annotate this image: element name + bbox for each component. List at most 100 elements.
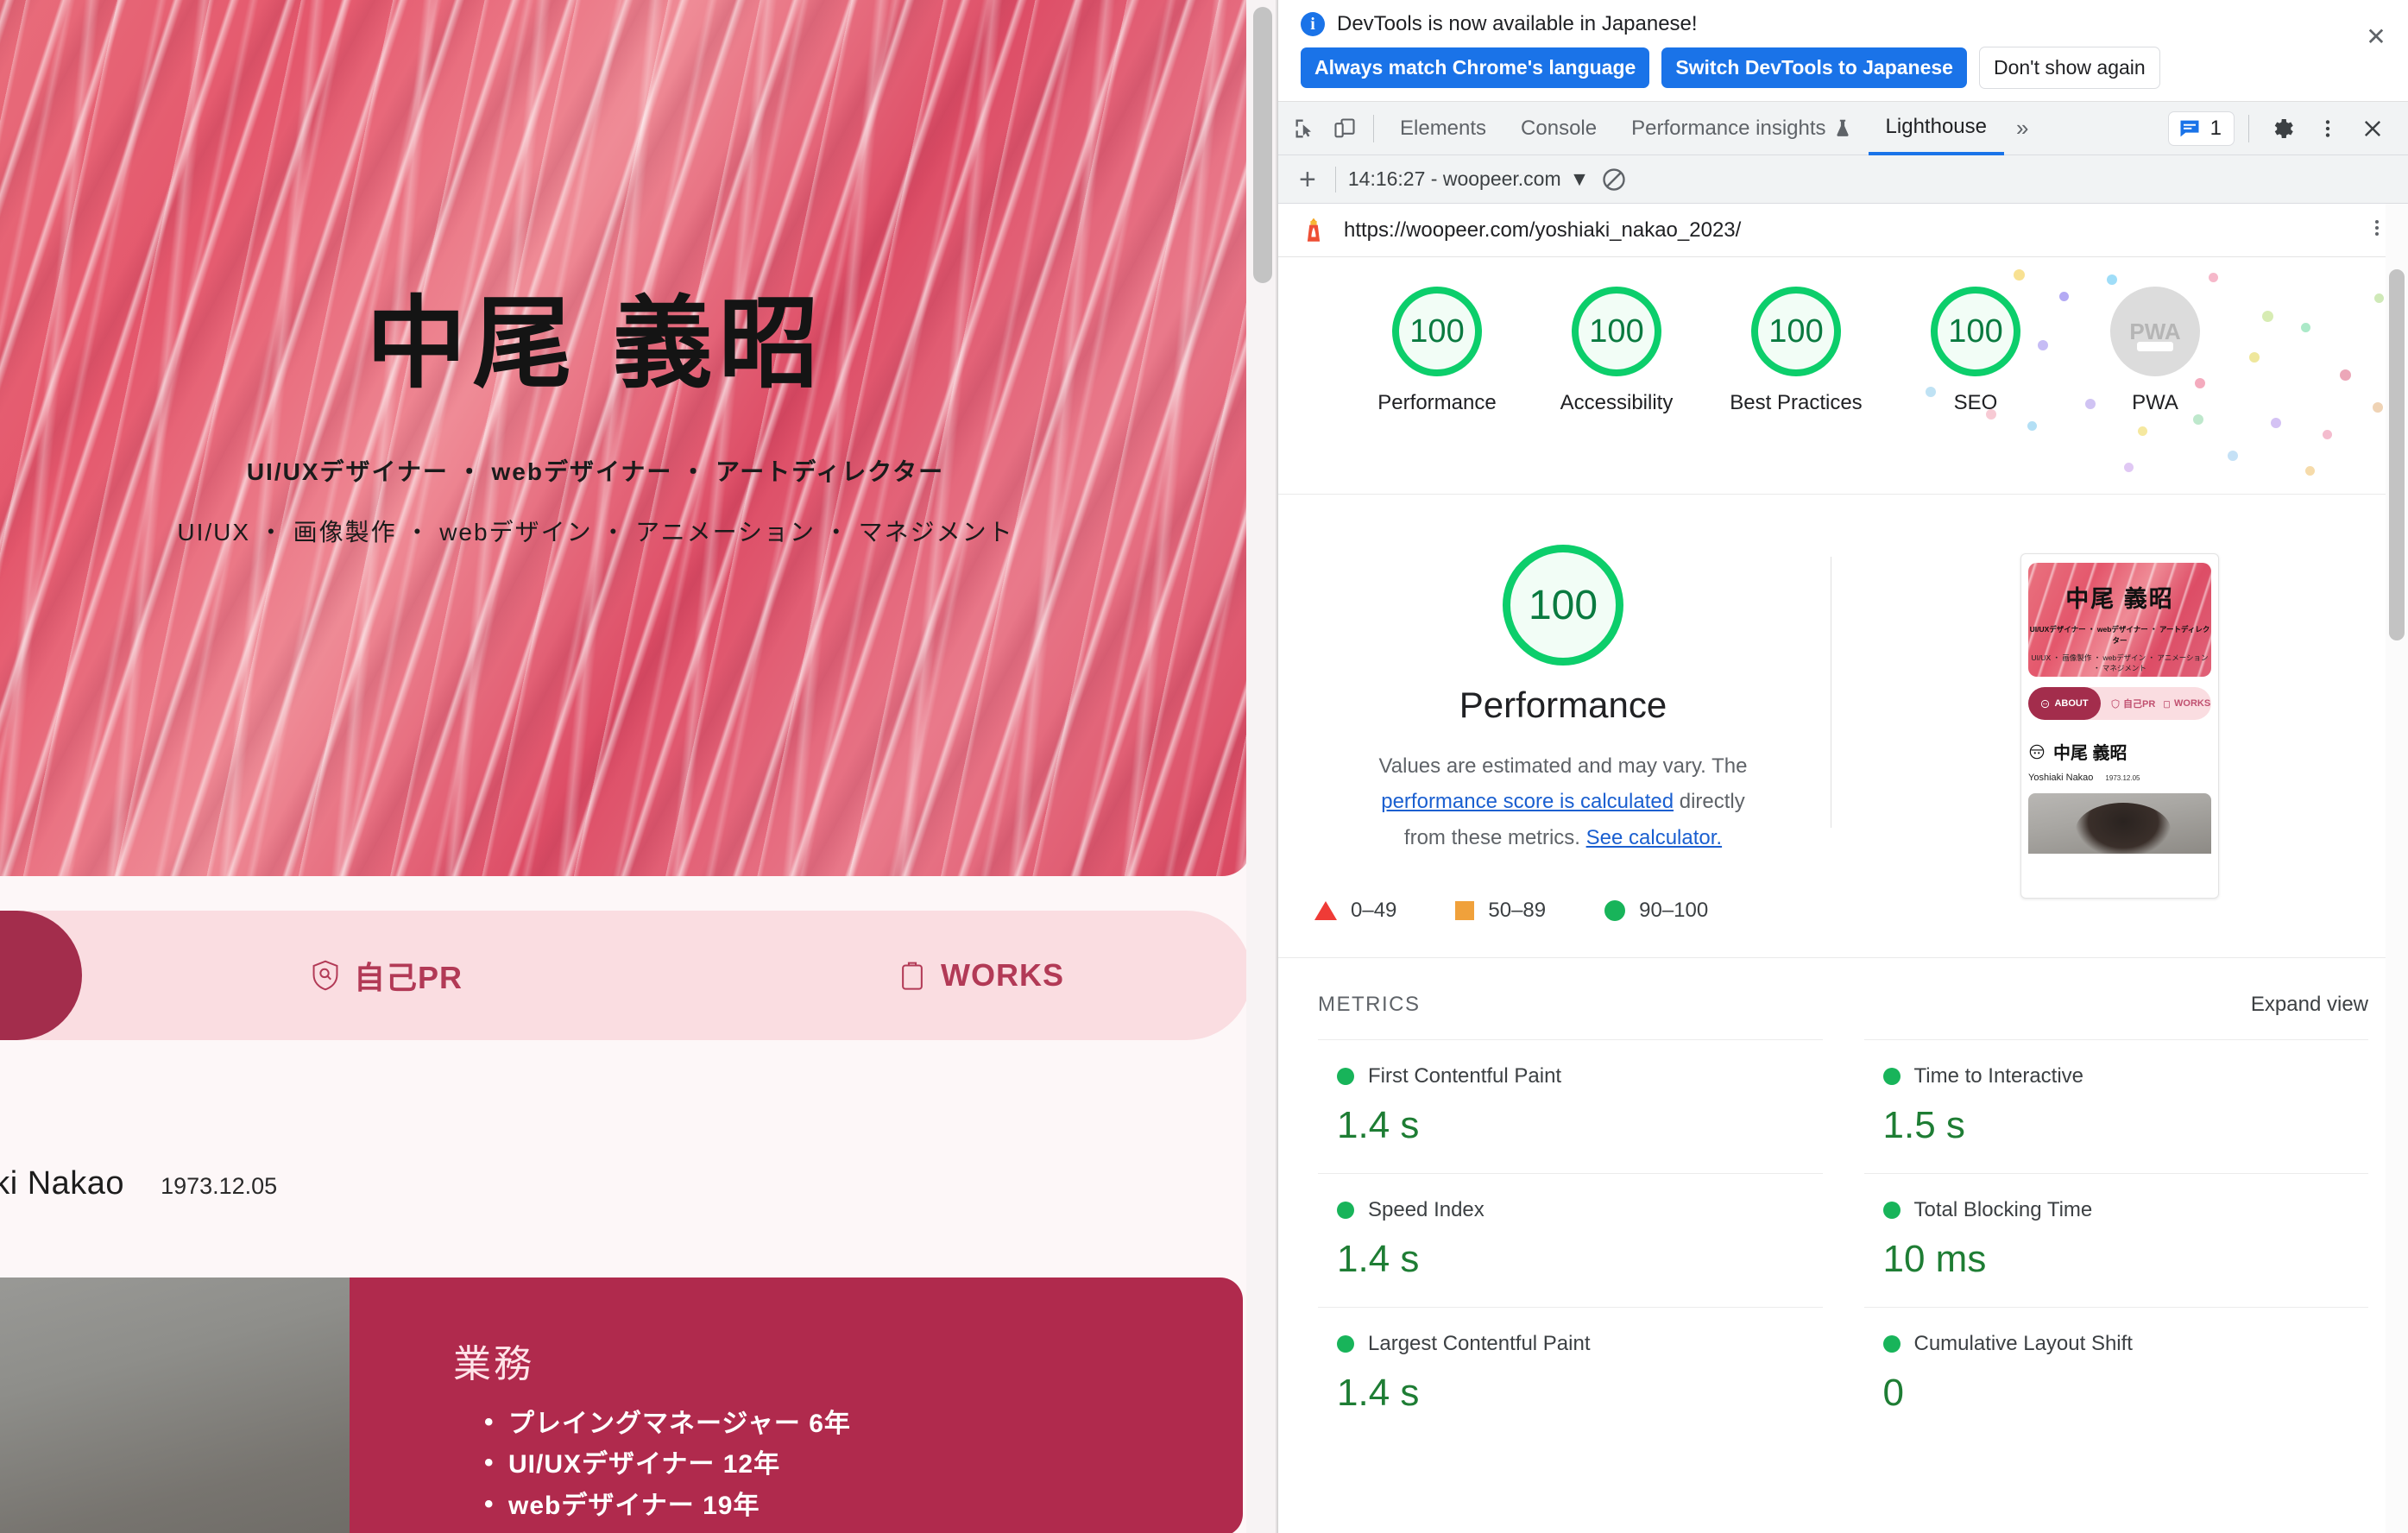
hero-subtitle-roles: UI/UXデザイナー ・ webデザイナー ・ アートディレクター: [246, 458, 945, 485]
run-selector[interactable]: 14:16:27 - woopeer.com ▼: [1348, 167, 1590, 191]
nav-item-self-pr[interactable]: 自己PR: [311, 953, 463, 998]
list-item: プレイングマネージャー 6年: [484, 1402, 1243, 1444]
metric-value: 1.5 s: [1882, 1103, 1965, 1146]
inspect-element-icon[interactable]: [1285, 109, 1325, 148]
gauge-pwa-label: PWA: [2132, 391, 2178, 414]
briefcase-icon: [2164, 700, 2170, 708]
nav-item-works[interactable]: WORKS: [898, 957, 1064, 994]
issues-count: 1: [2209, 116, 2222, 140]
tab-performance-insights[interactable]: Performance insights: [1614, 102, 1868, 155]
new-report-icon[interactable]: +: [1292, 165, 1323, 194]
legend-average: 50–89: [1455, 899, 1546, 923]
gauge-best-practices-score: 100: [1751, 287, 1841, 376]
performance-score-gauge: 100: [1503, 545, 1623, 666]
close-icon[interactable]: ✕: [2361, 22, 2391, 52]
metric-cumulative-layout-shift[interactable]: Cumulative Layout Shift 0: [1863, 1306, 2368, 1441]
thumb-nav-works-label: WORKS: [2174, 698, 2211, 709]
metrics-section-title: METRICS: [1318, 992, 1421, 1016]
hero-subtitle-skills: UI/UX ・ 画像製作 ・ webデザイン ・ アニメーション ・ マネジメン…: [177, 519, 1014, 546]
infobar-message: DevTools is now available in Japanese!: [1337, 12, 1698, 35]
square-icon: [1455, 900, 1475, 920]
gear-icon[interactable]: [2263, 109, 2303, 148]
lighthouse-report: https://woopeer.com/yoshiaki_nakao_2023/: [1278, 204, 2408, 1533]
thumb-hero-title: 中尾 義昭: [2065, 586, 2174, 612]
final-screenshot: 中尾 義昭 UI/UXデザイナー ・ webデザイナー ・ アートディレクター …: [2020, 553, 2219, 899]
report-header: https://woopeer.com/yoshiaki_nakao_2023/: [1278, 204, 2408, 257]
metric-name: Time to Interactive: [1913, 1063, 2084, 1088]
thumb-profile-photo: [2028, 793, 2211, 854]
metric-name: First Contentful Paint: [1368, 1063, 1562, 1088]
gauge-best-practices[interactable]: 100 Best Practices: [1727, 287, 1865, 417]
browser-viewport: 中尾 義昭 UI/UXデザイナー ・ webデザイナー ・ アートディレクター …: [0, 0, 1277, 1533]
performance-summary: 100 Performance Values are estimated and…: [1278, 495, 2408, 957]
thumb-nav-self-pr-label: 自己PR: [2123, 699, 2156, 710]
score-legend: 0–49 50–89 90–100: [1295, 855, 1831, 923]
devtools-tabstrip: Elements Console Performance insights Li…: [1278, 102, 2408, 155]
report-menu-icon[interactable]: [2367, 217, 2387, 243]
switch-to-japanese-button[interactable]: Switch DevTools to Japanese: [1661, 47, 1967, 88]
hero-banner: 中尾 義昭 UI/UXデザイナー ・ webデザイナー ・ アートディレクター …: [0, 0, 1251, 876]
gauge-seo-label: SEO: [1953, 391, 1998, 414]
metric-time-to-interactive[interactable]: Time to Interactive 1.5 s: [1863, 1038, 2368, 1173]
metric-total-blocking-time[interactable]: Total Blocking Time 10 ms: [1863, 1172, 2368, 1307]
more-tabs-icon[interactable]: »: [2004, 115, 2040, 142]
screen: 中尾 義昭 UI/UXデザイナー ・ webデザイナー ・ アートディレクター …: [0, 0, 2408, 1533]
gauge-performance[interactable]: 100 Performance: [1368, 287, 1506, 417]
kebab-menu-icon[interactable]: [2308, 109, 2348, 148]
run-selector-label: 14:16:27 - woopeer.com: [1347, 167, 1561, 190]
status-dot-pass: [1337, 1067, 1354, 1085]
metric-name: Speed Index: [1368, 1197, 1485, 1221]
thumb-nav-self-pr: 自己PR: [2111, 697, 2155, 710]
see-calculator-link[interactable]: See calculator.: [1586, 826, 1722, 849]
list-item: UI/UXデザイナー 12年: [484, 1442, 1243, 1485]
profile-birthdate: 1973.12.05: [161, 1173, 278, 1199]
metric-name: Largest Contentful Paint: [1368, 1331, 1591, 1355]
gauge-performance-label: Performance: [1377, 391, 1497, 414]
list-item: webデザイナー 19年: [484, 1484, 1243, 1526]
metric-speed-index[interactable]: Speed Index 1.4 s: [1318, 1172, 1823, 1307]
toolbar-separator-2: [2248, 114, 2249, 142]
shield-search-icon: [312, 960, 338, 991]
metric-name: Cumulative Layout Shift: [1913, 1331, 2133, 1355]
status-dot-pass: [1882, 1201, 1901, 1219]
page-scrollbar-thumb[interactable]: [1253, 7, 1272, 283]
thumb-nav-about-label: ABOUT: [2054, 698, 2089, 709]
status-dot-pass: [1882, 1334, 1901, 1353]
always-match-language-button[interactable]: Always match Chrome's language: [1301, 47, 1650, 88]
gauge-accessibility[interactable]: 100 Accessibility: [1548, 287, 1686, 417]
dont-show-again-button[interactable]: Don't show again: [1978, 47, 2160, 89]
legend-fail-label: 0–49: [1351, 898, 1397, 922]
thumb-hero-sub2: UI/UX ・ 画像製作 ・ webデザイン ・ アニメーション ・ マネジメン…: [2031, 653, 2209, 673]
tab-console[interactable]: Console: [1503, 102, 1614, 155]
metrics-section: METRICS Expand view First Contentful Pai…: [1278, 956, 2408, 1441]
performance-score-link[interactable]: performance score is calculated: [1381, 790, 1674, 813]
legend-fail: 0–49: [1314, 899, 1396, 923]
profile-name-en: hiaki Nakao: [0, 1165, 125, 1202]
gauge-seo[interactable]: 100 SEO: [1907, 287, 2045, 417]
gauge-pwa-badge: PWA: [2110, 287, 2200, 376]
tab-lighthouse[interactable]: Lighthouse: [1868, 102, 2004, 155]
thumb-nav-works: WORKS: [2163, 698, 2210, 709]
metric-largest-contentful-paint[interactable]: Largest Contentful Paint 1.4 s: [1318, 1306, 1823, 1441]
metric-first-contentful-paint[interactable]: First Contentful Paint 1.4 s: [1318, 1038, 1823, 1173]
status-dot-pass: [1337, 1201, 1354, 1219]
metrics-grid: First Contentful Paint 1.4 s Time to Int…: [1318, 1038, 2368, 1441]
issues-button[interactable]: 1: [2167, 110, 2235, 146]
tab-elements[interactable]: Elements: [1383, 102, 1503, 155]
tab-lighthouse-label: Lighthouse: [1885, 114, 1987, 138]
lighthouse-run-toolbar: + 14:16:27 - woopeer.com ▼: [1278, 155, 2408, 204]
work-experience-list: プレイングマネージャー 6年 UI/UXデザイナー 12年 webデザイナー 1…: [453, 1402, 1243, 1526]
triangle-icon: [1314, 900, 1337, 920]
metric-value: 1.4 s: [1337, 1103, 1420, 1146]
device-toolbar-icon[interactable]: [1325, 109, 1365, 148]
close-devtools-icon[interactable]: [2353, 109, 2392, 148]
site-nav: 自己PR WORKS: [0, 911, 1277, 1040]
tab-performance-insights-label: Performance insights: [1631, 116, 1826, 140]
lighthouse-icon: [1307, 218, 1321, 242]
clear-all-icon[interactable]: [1601, 167, 1627, 192]
gauge-performance-score: 100: [1392, 287, 1482, 376]
legend-pass-label: 90–100: [1639, 898, 1709, 922]
gauge-pwa[interactable]: PWA PWA: [2086, 287, 2224, 417]
expand-view-button[interactable]: Expand view: [2251, 993, 2368, 1017]
status-dot-pass: [1337, 1334, 1354, 1353]
